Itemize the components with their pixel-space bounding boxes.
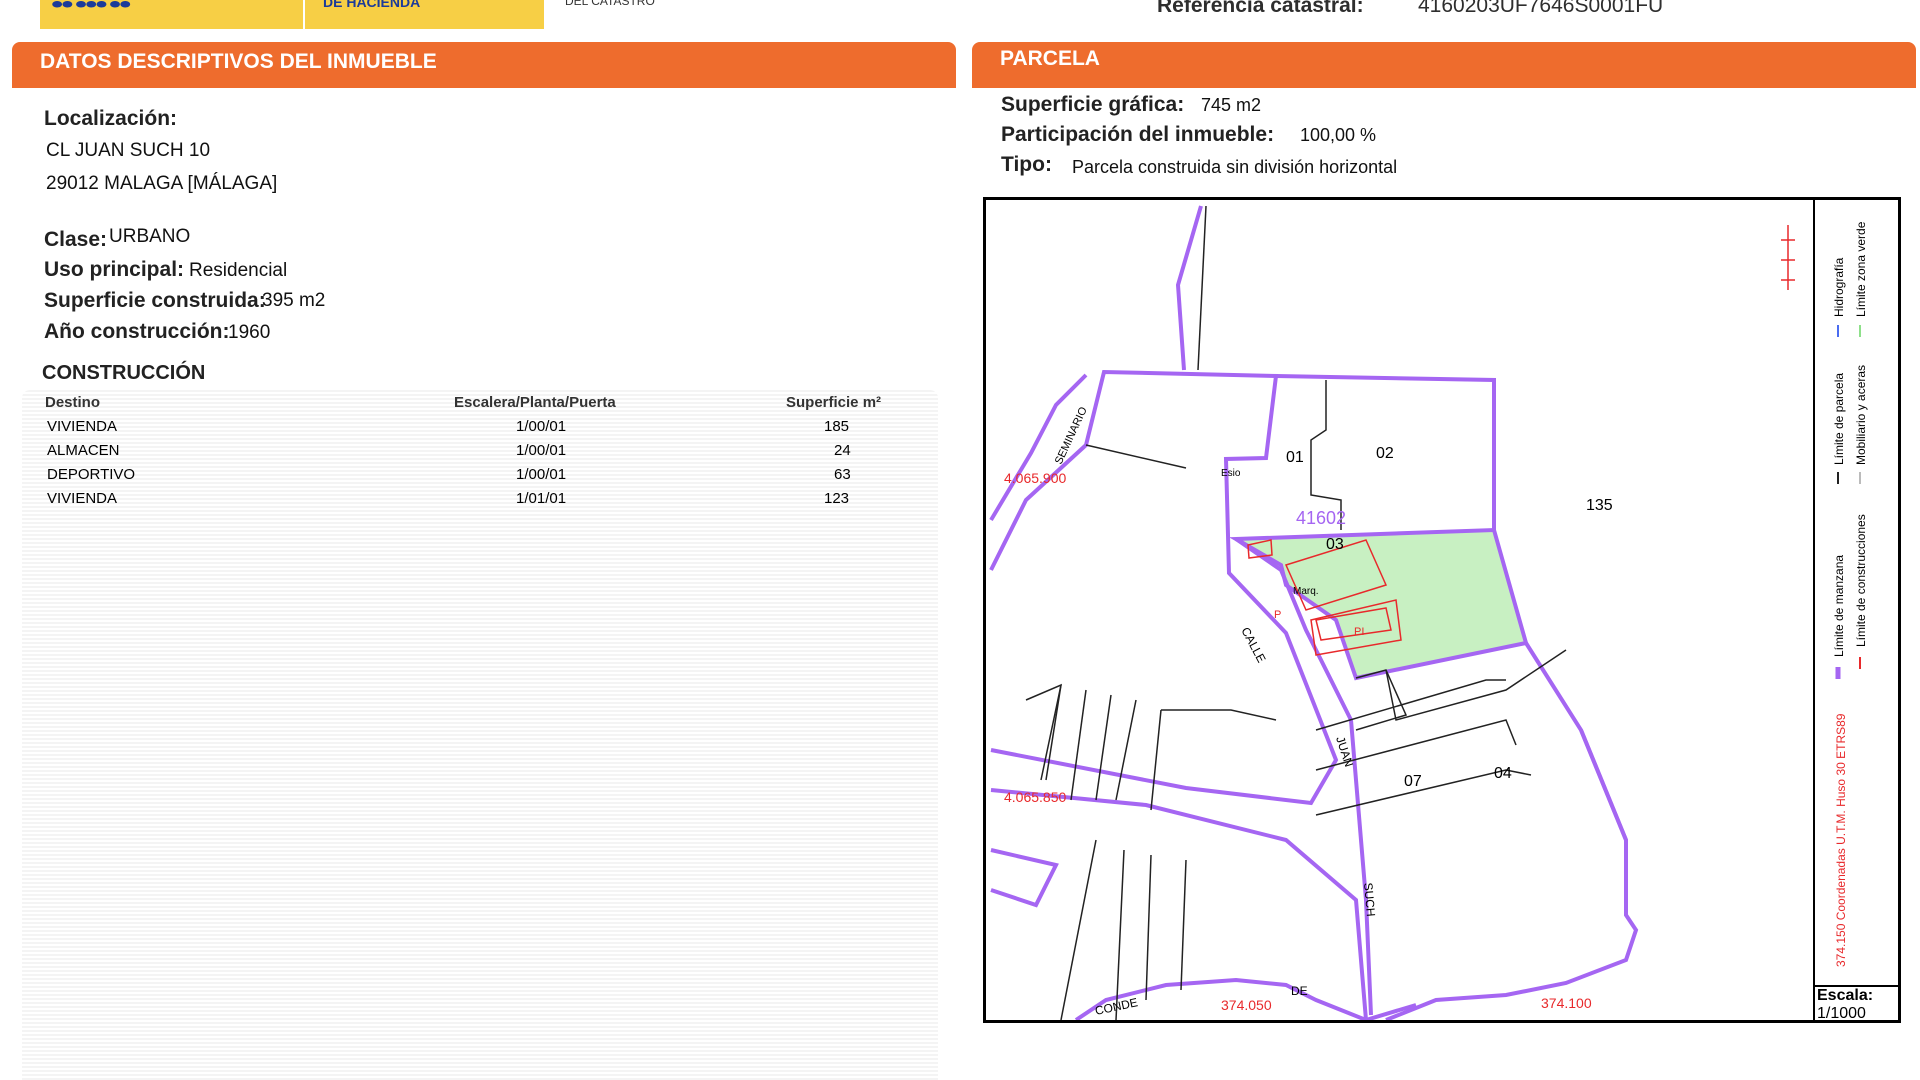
marq-label: Marq. xyxy=(1293,586,1319,597)
cell-superficie: 185 xyxy=(824,418,850,435)
tipo-label: Tipo: xyxy=(1001,153,1052,176)
uso-principal-value: Residencial xyxy=(189,260,288,281)
cell-destino: VIVIENDA xyxy=(47,418,118,435)
coord-4065900: 4.065.900 xyxy=(1004,470,1066,486)
map-drawing: 41602 01 02 03 04 07 135 Marq. Esio PI P… xyxy=(989,205,1795,1020)
ref-catastral-value: 4160203UF7646S0001FU xyxy=(1418,0,1664,17)
coord-374100: 374.100 xyxy=(1541,995,1592,1011)
manzana-lines xyxy=(989,205,1639,1020)
cell-superficie: 24 xyxy=(834,442,851,459)
legend-manzana: Límite de manzana xyxy=(1832,555,1846,657)
ministry-name: DE HACIENDA xyxy=(323,0,421,10)
ref-catastral-label: Referencia catastral: xyxy=(1157,0,1364,17)
col-superficie: Superficie m² xyxy=(786,394,882,411)
table-row: VIVIENDA 1/01/01 123 xyxy=(22,490,938,514)
cell-escalera: 1/00/01 xyxy=(516,442,567,459)
parcel-label-03: 03 xyxy=(1326,536,1344,553)
superficie-construida-label: Superficie construida: xyxy=(44,289,266,312)
escala-value: 1/1000 xyxy=(1817,1005,1866,1022)
datos-descriptivos-header: DATOS DESCRIPTIVOS DEL INMUEBLE xyxy=(12,42,956,88)
parcel-label-02: 02 xyxy=(1376,445,1394,462)
cell-superficie: 63 xyxy=(834,466,851,483)
legend-construcciones: Límite de construcciones xyxy=(1854,514,1868,647)
cell-destino: DEPORTIVO xyxy=(47,466,136,483)
anio-construccion-value: 1960 xyxy=(228,322,271,343)
table-row: DEPORTIVO 1/00/01 63 xyxy=(22,466,938,490)
parcel-label-07: 07 xyxy=(1404,773,1422,790)
col-destino: Destino xyxy=(45,394,101,411)
cadastral-map: 41602 01 02 03 04 07 135 Marq. Esio PI P… xyxy=(983,197,1901,1023)
cell-superficie: 123 xyxy=(824,490,850,507)
legend-hidrografia: Hidrografía xyxy=(1832,257,1846,317)
utm-label: 374.150 Coordenadas U.T.M. Huso 30 ETRS8… xyxy=(1834,713,1848,967)
tipo-value: Parcela construida sin división horizont… xyxy=(1072,157,1398,177)
coord-374050: 374.050 xyxy=(1221,997,1272,1013)
north-arrow-icon xyxy=(1781,225,1795,290)
construccion-table: Destino Escalera/Planta/Puerta Superfici… xyxy=(22,390,938,1080)
map-legend: Límite de manzana Límite de parcela Hidr… xyxy=(1813,197,1901,1023)
superficie-grafica-value: 745 m2 xyxy=(1201,95,1262,115)
escalo-label: Esio xyxy=(1221,468,1241,479)
parcela-header: PARCELA xyxy=(972,42,1916,88)
table-row: VIVIENDA 1/00/01 185 xyxy=(22,418,938,442)
coord-4065850: 4.065.850 xyxy=(1004,789,1066,805)
legend-drawing: Límite de manzana Límite de parcela Hidr… xyxy=(1832,221,1868,967)
legend-zona-verde: Límite zona verde xyxy=(1854,221,1868,317)
coat-of-arms-icon: ⬬⬬ ⬬⬬⬬ ⬬⬬ xyxy=(52,0,131,11)
address-line-2: 29012 MALAGA [MÁLAGA] xyxy=(46,173,278,194)
cell-escalera: 1/00/01 xyxy=(516,418,567,435)
catastro-name: DEL CATASTRO xyxy=(565,0,655,8)
cell-escalera: 1/00/01 xyxy=(516,466,567,483)
participacion-label: Participación del inmueble: xyxy=(1001,123,1275,146)
street-calle: CALLE xyxy=(1238,625,1268,665)
top-bar: ⬬⬬ ⬬⬬⬬ ⬬⬬ DE HACIENDA DEL CATASTRO Refer… xyxy=(0,0,1920,30)
pi-label: PI xyxy=(1354,626,1364,638)
col-escalera: Escalera/Planta/Puerta xyxy=(454,394,616,411)
street-such: SUCH xyxy=(1361,882,1378,917)
legend-mobiliario: Mobiliario y aceras xyxy=(1854,365,1868,465)
uso-principal-label: Uso principal: xyxy=(44,258,185,281)
construccion-title: CONSTRUCCIÓN xyxy=(42,362,206,384)
scale-box: Escala: 1/1000 xyxy=(1813,985,1901,1023)
participacion-value: 100,00 % xyxy=(1300,125,1377,145)
cell-destino: ALMACEN xyxy=(47,442,120,459)
clase-label: Clase: xyxy=(44,228,108,251)
cell-escalera: 1/01/01 xyxy=(516,490,567,507)
superficie-grafica-label: Superficie gráfica: xyxy=(1001,93,1185,116)
cell-destino: VIVIENDA xyxy=(47,490,118,507)
street-de: DE xyxy=(1291,984,1308,998)
escala-label: Escala: xyxy=(1817,987,1874,1004)
p-label: P xyxy=(1274,609,1281,621)
parcel-label-01: 01 xyxy=(1286,449,1304,466)
address-line-1: CL JUAN SUCH 10 xyxy=(46,140,211,161)
parcel-label-04: 04 xyxy=(1494,765,1512,782)
parcel-number: 41602 xyxy=(1296,508,1346,528)
superficie-construida-value: 395 m2 xyxy=(262,290,326,311)
legend-parcela: Límite de parcela xyxy=(1832,373,1846,465)
table-row: ALMACEN 1/00/01 24 xyxy=(22,442,938,466)
parcel-label-135: 135 xyxy=(1586,497,1613,514)
clase-value: URBANO xyxy=(109,226,191,247)
localizacion-label: Localización: xyxy=(44,107,178,130)
anio-construccion-label: Año construcción: xyxy=(44,320,230,343)
